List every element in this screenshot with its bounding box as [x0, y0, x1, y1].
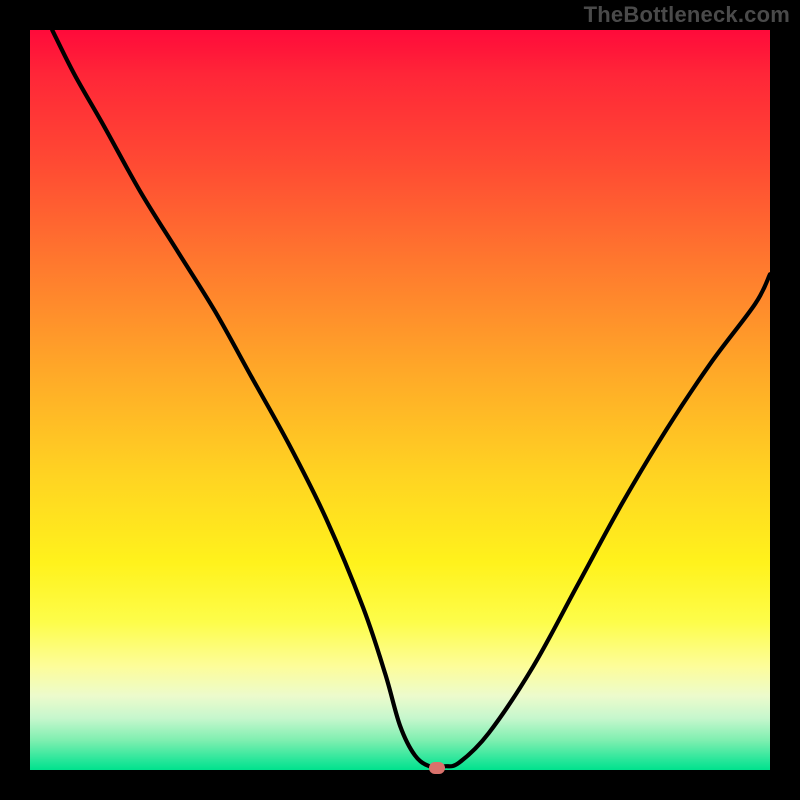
optimum-marker: [429, 762, 445, 774]
chart-frame: TheBottleneck.com: [0, 0, 800, 800]
watermark-text: TheBottleneck.com: [584, 2, 790, 28]
bottleneck-curve: [52, 30, 770, 767]
plot-area: [30, 30, 770, 770]
curve-svg: [30, 30, 770, 770]
